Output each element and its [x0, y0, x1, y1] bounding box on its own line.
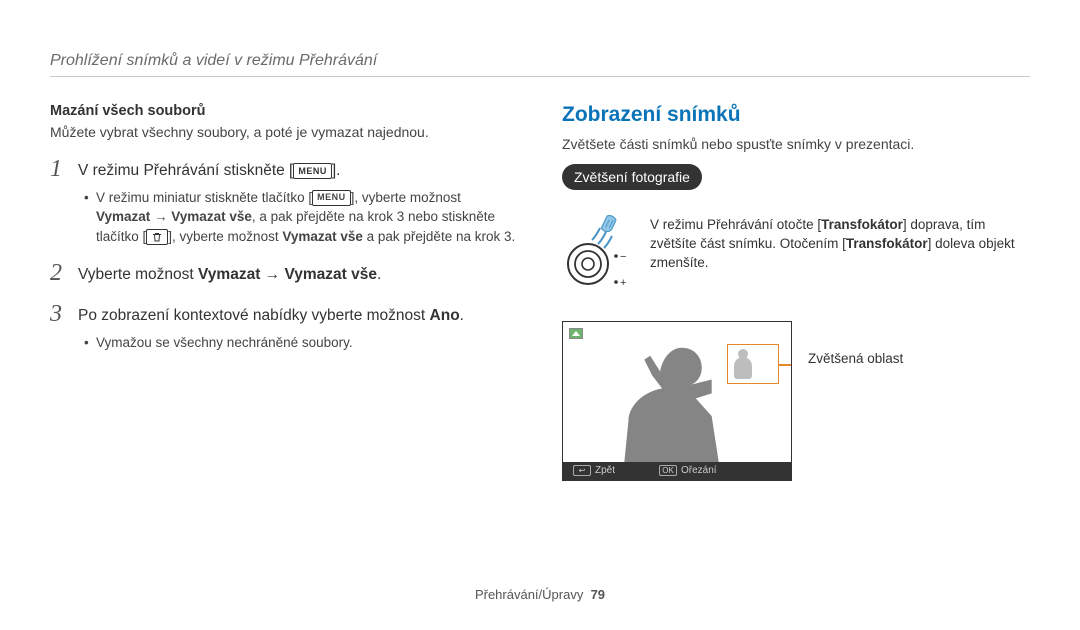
- left-column: Mazání všech souborů Můžete vybrat všech…: [50, 103, 518, 481]
- page-footer: Přehrávání/Úpravy 79: [0, 587, 1080, 602]
- step3-bullet: Vymažou se všechny nechráněné soubory.: [84, 333, 464, 353]
- step-3: 3 Po zobrazení kontextové nabídky vybert…: [50, 301, 518, 352]
- footer-section: Přehrávání/Úpravy: [475, 587, 583, 602]
- callout-line: [779, 364, 792, 366]
- step-2: 2 Vyberte možnost Vymazat → Vymazat vše.: [50, 260, 518, 287]
- dial-illustration: − +: [562, 206, 634, 311]
- minus-label: −: [620, 251, 626, 263]
- step3-text: Po zobrazení kontextové nabídky vyberte …: [78, 307, 430, 324]
- right-column: Zobrazení snímků Zvětšete části snímků n…: [562, 103, 1030, 481]
- bold-option: Vymazat: [198, 266, 260, 283]
- step1-text-pre: V režimu Přehrávání stiskněte [: [78, 162, 293, 179]
- bullet-text: a pak přejděte na krok 3.: [363, 229, 515, 244]
- step-number: 3: [50, 301, 78, 328]
- bold-option: Vymazat vše: [171, 209, 252, 224]
- delete-all-intro: Můžete vybrat všechny soubory, a poté je…: [50, 123, 518, 142]
- bold-transfokator: Transfokátor: [846, 236, 928, 251]
- step-1: 1 V režimu Přehrávání stiskněte [MENU]. …: [50, 156, 518, 246]
- right-title: Zobrazení snímků: [562, 103, 1030, 127]
- arrow: →: [260, 266, 284, 283]
- crop-label: Ořezání: [681, 465, 717, 476]
- right-intro: Zvětšete části snímků nebo spusťte snímk…: [562, 135, 1030, 154]
- preview-bottom-bar: ↩ Zpět OK Ořezání: [563, 462, 791, 480]
- bullet-text: ], vyberte možnost: [351, 190, 461, 205]
- zoom-badge: Zvětšení fotografie: [562, 164, 702, 190]
- page-number: 79: [591, 587, 605, 602]
- menu-icon: MENU: [293, 163, 332, 179]
- bullet-text: ], vyberte možnost: [168, 229, 282, 244]
- instruction-text: V režimu Přehrávání otočte [: [650, 217, 821, 232]
- bold-option: Vymazat: [96, 209, 150, 224]
- step-number: 1: [50, 156, 78, 183]
- step2-text: .: [377, 266, 381, 283]
- preview-box: ↩ Zpět OK Ořezání: [562, 321, 792, 481]
- bold-transfokator: Transfokátor: [821, 217, 903, 232]
- ok-icon: OK: [659, 465, 677, 476]
- plus-label: +: [620, 277, 626, 289]
- step1-bullet: V režimu miniatur stiskněte tlačítko [ME…: [84, 188, 518, 247]
- back-icon: ↩: [573, 465, 591, 476]
- bold-option: Vymazat vše: [282, 229, 363, 244]
- breadcrumb: Prohlížení snímků a videí v režimu Přehr…: [50, 52, 1030, 77]
- zoom-callout-label: Zvětšená oblast: [808, 321, 903, 366]
- bullet-text: V režimu miniatur stiskněte tlačítko [: [96, 190, 312, 205]
- step2-text: Vyberte možnost: [78, 266, 198, 283]
- trash-icon: [146, 229, 168, 245]
- step3-text: .: [460, 307, 464, 324]
- zoom-inset: [727, 344, 779, 384]
- zoom-instruction: V režimu Přehrávání otočte [Transfokátor…: [650, 206, 1030, 273]
- step1-text-post: ].: [332, 162, 341, 179]
- delete-all-subhead: Mazání všech souborů: [50, 103, 518, 119]
- step-number: 2: [50, 260, 78, 287]
- menu-icon: MENU: [312, 190, 351, 206]
- bold-option: Ano: [430, 307, 460, 324]
- bold-option: Vymazat vše: [285, 266, 378, 283]
- arrow: →: [150, 209, 171, 224]
- picture-icon: [569, 328, 583, 339]
- back-label: Zpět: [595, 465, 615, 476]
